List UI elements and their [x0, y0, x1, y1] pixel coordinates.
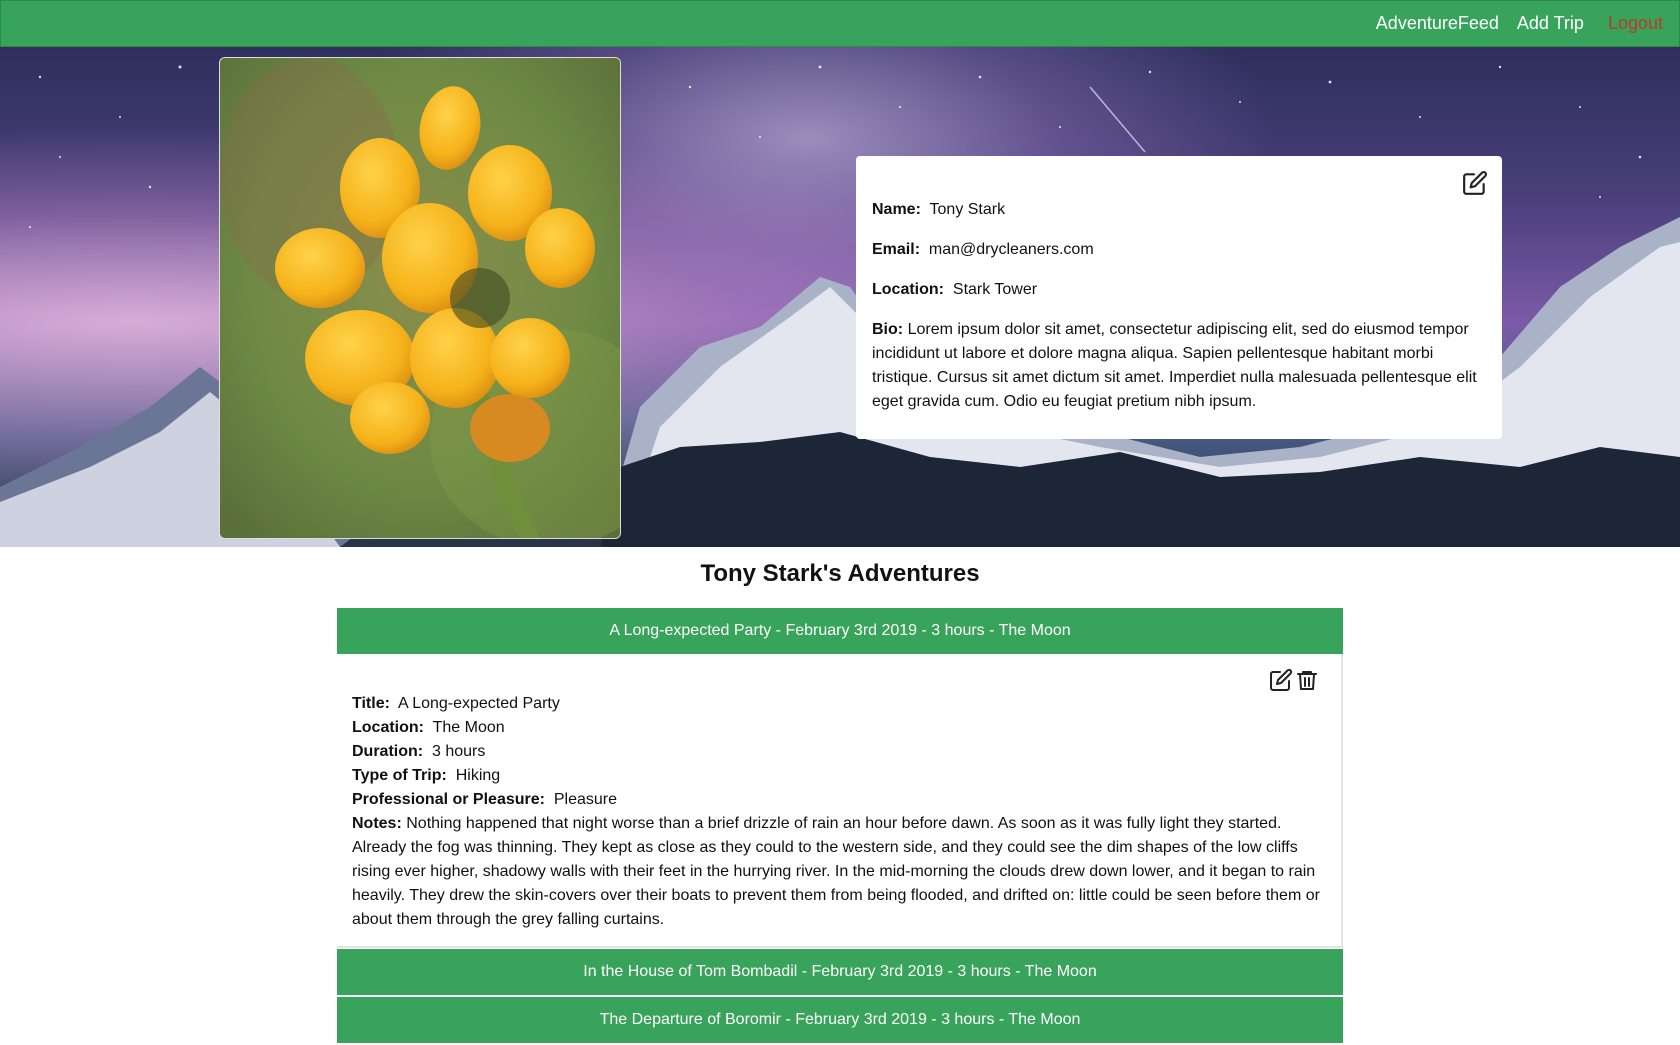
- trip-notes-row: Notes: Nothing happened that night worse…: [352, 812, 1327, 932]
- yellow-flower-image: [220, 58, 620, 538]
- trip-notes-value: Nothing happened that night worse than a…: [352, 815, 1320, 928]
- email-value: man@drycleaners.com: [928, 241, 1094, 258]
- profile-name-row: Name: Tony Stark: [872, 198, 1486, 222]
- bio-label: Bio:: [872, 321, 904, 338]
- trip-title-row: Title: A Long-expected Party: [352, 692, 1325, 716]
- nav-links: AdventureFeed Add Trip Logout: [1376, 1, 1663, 46]
- bio-value: Lorem ipsum dolor sit amet, consectetur …: [872, 321, 1477, 410]
- trip-type-label: Type of Trip:: [352, 767, 447, 784]
- profile-info-card: Name: Tony Stark Email: man@drycleaners.…: [856, 156, 1502, 439]
- trip-notes-label: Notes:: [352, 815, 402, 832]
- location-label: Location:: [872, 281, 944, 298]
- trip-accordion-header-3[interactable]: The Departure of Boromir - February 3rd …: [337, 997, 1343, 1043]
- trip-purpose-label: Professional or Pleasure:: [352, 791, 545, 808]
- delete-trip-icon[interactable]: [1295, 668, 1319, 692]
- trip-details-panel: Title: A Long-expected Party Location: T…: [337, 654, 1343, 948]
- edit-profile-icon[interactable]: [1462, 170, 1488, 196]
- nav-adventure-feed-link[interactable]: AdventureFeed: [1376, 13, 1499, 34]
- trip-title-value: A Long-expected Party: [397, 695, 560, 712]
- top-navbar: AdventureFeed Add Trip Logout: [0, 0, 1680, 47]
- edit-trip-icon[interactable]: [1269, 668, 1293, 692]
- trip-duration-label: Duration:: [352, 743, 424, 760]
- profile-location-row: Location: Stark Tower: [872, 278, 1486, 302]
- email-label: Email:: [872, 241, 921, 258]
- profile-bio-row: Bio: Lorem ipsum dolor sit amet, consect…: [872, 318, 1486, 414]
- profile-photo: [219, 57, 621, 539]
- trip-type-value: Hiking: [455, 767, 501, 784]
- trip-title-label: Title:: [352, 695, 390, 712]
- trip-duration-row: Duration: 3 hours: [352, 740, 1325, 764]
- trip-duration-value: 3 hours: [432, 743, 486, 760]
- nav-logout-link[interactable]: Logout: [1608, 13, 1663, 34]
- trip-purpose-row: Professional or Pleasure: Pleasure: [352, 788, 1325, 812]
- nav-add-trip-link[interactable]: Add Trip: [1517, 13, 1584, 34]
- name-label: Name:: [872, 201, 921, 218]
- trip-accordion-header-2[interactable]: In the House of Tom Bombadil - February …: [337, 949, 1343, 995]
- trip-location-value: The Moon: [432, 719, 505, 736]
- trip-action-icons: [1269, 668, 1319, 692]
- trip-location-row: Location: The Moon: [352, 716, 1325, 740]
- trip-accordion-header-1[interactable]: A Long-expected Party - February 3rd 201…: [337, 608, 1343, 654]
- profile-email-row: Email: man@drycleaners.com: [872, 238, 1486, 262]
- trip-location-label: Location:: [352, 719, 424, 736]
- trip-type-row: Type of Trip: Hiking: [352, 764, 1325, 788]
- name-value: Tony Stark: [929, 201, 1006, 218]
- adventures-heading: Tony Stark's Adventures: [700, 560, 980, 587]
- trip-purpose-value: Pleasure: [553, 791, 618, 808]
- location-value: Stark Tower: [952, 281, 1038, 298]
